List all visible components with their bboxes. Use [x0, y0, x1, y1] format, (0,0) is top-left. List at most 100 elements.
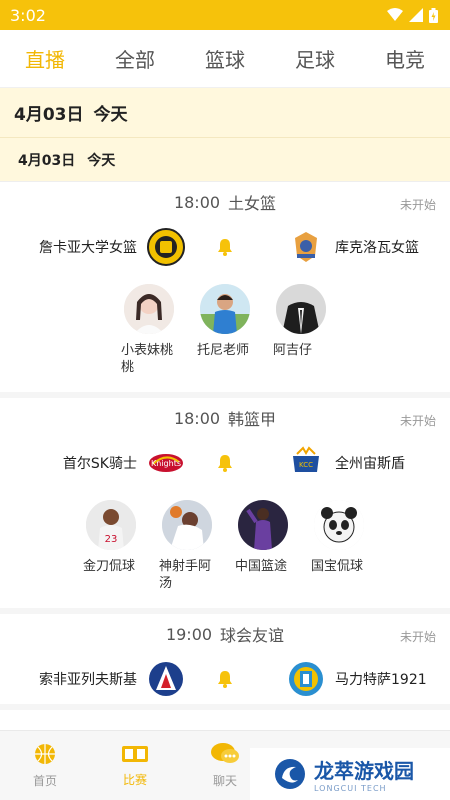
match-card[interactable]: 18:00 土女篮 未开始 詹卡亚大学女篮 库克洛瓦女篮 小表妹桃桃 托尼老师 … — [0, 182, 450, 398]
watermark-subtitle: LONGCUI TECH — [314, 784, 387, 793]
match-league: 球会友谊 — [220, 626, 285, 645]
match-time: 19:00 — [165, 624, 213, 644]
match-league: 韩篮甲 — [228, 410, 277, 429]
match-header: 19:00 球会友谊 未开始 — [0, 614, 450, 654]
signal-icon — [409, 8, 423, 22]
match-header: 18:00 韩篮甲 未开始 — [0, 398, 450, 438]
home-team-name: 首尔SK骑士 — [62, 456, 137, 472]
scoreboard-icon — [122, 746, 148, 762]
knights-logo: Knights — [147, 444, 185, 482]
match-card[interactable]: 18:00 韩篮甲 未开始 首尔SK骑士 Knights KCC 全州宙斯盾 2… — [0, 398, 450, 614]
date-subheader-day: 今天 — [87, 152, 116, 169]
battery-icon — [429, 7, 438, 23]
marsa-logo — [287, 660, 325, 698]
tab-basketball[interactable]: 篮球 — [199, 44, 251, 73]
anchor-item[interactable]: 中国篮途 — [235, 500, 291, 592]
teams-row: 索非亚列夫斯基 马力特萨1921 — [0, 654, 450, 704]
status-icons — [387, 7, 438, 23]
dragon-logo-icon — [275, 759, 305, 789]
status-time: 3:02 — [10, 5, 46, 25]
home-team[interactable]: 索非亚列夫斯基 — [0, 660, 185, 698]
avatar — [238, 500, 288, 550]
match-league: 土女篮 — [228, 194, 277, 213]
anchor-item[interactable]: 托尼老师 — [197, 284, 253, 376]
nav-matches[interactable]: 比赛 — [90, 731, 180, 800]
match-status: 未开始 — [399, 414, 436, 428]
anchor-item[interactable]: 阿吉仔 — [273, 284, 329, 376]
anchor-name: 中国篮途 — [235, 559, 288, 574]
reminder-bell[interactable] — [185, 670, 265, 688]
tab-football[interactable]: 足球 — [289, 44, 341, 73]
date-banner-day: 今天 — [93, 105, 128, 125]
bell-icon — [218, 671, 232, 688]
wifi-icon — [387, 8, 403, 21]
levski-logo — [147, 660, 185, 698]
match-time: 18:00 — [173, 192, 221, 212]
match-card[interactable]: 19:00 球会友谊 未开始 索非亚列夫斯基 马力特萨1921 — [0, 614, 450, 710]
home-team[interactable]: 首尔SK骑士 Knights — [0, 444, 185, 482]
yellow-badge-logo — [147, 228, 185, 266]
app-screen: 3:02 直播 全部 篮球 足球 电竞 4月03日 今天 4月03日 今天 18… — [0, 0, 450, 800]
status-bar: 3:02 — [0, 0, 450, 30]
watermark-text: 龙萃游戏园 LONGCUI TECH — [314, 755, 414, 793]
reminder-bell[interactable] — [185, 238, 265, 256]
tab-esports[interactable]: 电竞 — [379, 44, 431, 73]
chat-bubble-icon — [211, 743, 239, 763]
avatar — [200, 284, 250, 334]
anchor-item[interactable]: 小表妹桃桃 — [121, 284, 177, 376]
date-subheader-date: 4月03日 — [18, 152, 76, 169]
site-watermark: 龙萃游戏园 LONGCUI TECH — [250, 748, 450, 800]
date-banner: 4月03日 今天 — [0, 88, 450, 138]
avatar — [276, 284, 326, 334]
home-team-name: 詹卡亚大学女篮 — [39, 240, 137, 256]
date-banner-date: 4月03日 — [14, 105, 84, 125]
date-subheader: 4月03日 今天 — [0, 138, 450, 182]
away-team-name: 全州宙斯盾 — [335, 456, 405, 472]
svg-text:KCC: KCC — [299, 461, 313, 469]
svg-text:Knights: Knights — [151, 459, 181, 468]
away-team[interactable]: 库克洛瓦女篮 — [265, 228, 450, 266]
basketball-home-icon — [35, 744, 55, 764]
match-header: 18:00 土女篮 未开始 — [0, 182, 450, 222]
anchor-name: 托尼老师 — [197, 343, 250, 358]
anchor-name: 金刀侃球 — [83, 559, 136, 574]
svg-text:23: 23 — [105, 534, 118, 545]
bell-icon — [218, 455, 232, 472]
home-team-name: 索非亚列夫斯基 — [39, 672, 137, 688]
avatar — [124, 284, 174, 334]
match-status: 未开始 — [399, 198, 436, 212]
nav-matches-label: 比赛 — [122, 773, 147, 787]
avatar — [314, 500, 364, 550]
anchor-name: 阿吉仔 — [273, 343, 313, 358]
anchor-list: 小表妹桃桃 托尼老师 阿吉仔 — [0, 272, 450, 392]
away-team[interactable]: 马力特萨1921 — [265, 660, 450, 698]
home-team[interactable]: 詹卡亚大学女篮 — [0, 228, 185, 266]
away-team-name: 库克洛瓦女篮 — [335, 240, 419, 256]
anchor-item[interactable]: 国宝侃球 — [311, 500, 367, 592]
anchor-list: 23 金刀侃球 神射手阿汤 中国篮途 国宝侃球 — [0, 488, 450, 608]
orange-tiger-logo — [287, 228, 325, 266]
nav-chat-label: 聊天 — [212, 774, 237, 788]
match-status: 未开始 — [399, 630, 436, 644]
match-time: 18:00 — [173, 408, 221, 428]
teams-row: 首尔SK骑士 Knights KCC 全州宙斯盾 — [0, 438, 450, 488]
bell-icon — [218, 239, 232, 256]
tab-live[interactable]: 直播 — [19, 44, 71, 73]
teams-row: 詹卡亚大学女篮 库克洛瓦女篮 — [0, 222, 450, 272]
nav-home-label: 首页 — [32, 774, 57, 788]
category-tabs: 直播 全部 篮球 足球 电竞 — [0, 30, 450, 88]
anchor-item[interactable]: 23 金刀侃球 — [83, 500, 139, 592]
avatar: 23 — [86, 500, 136, 550]
anchor-name: 神射手阿汤 — [159, 559, 212, 591]
away-team[interactable]: KCC 全州宙斯盾 — [265, 444, 450, 482]
nav-home[interactable]: 首页 — [0, 731, 90, 800]
tab-all[interactable]: 全部 — [109, 44, 161, 73]
reminder-bell[interactable] — [185, 454, 265, 472]
anchor-item[interactable]: 神射手阿汤 — [159, 500, 215, 592]
away-team-name: 马力特萨1921 — [335, 672, 427, 688]
aegis-logo: KCC — [287, 444, 325, 482]
watermark-title: 龙萃游戏园 — [314, 759, 414, 783]
anchor-name: 小表妹桃桃 — [121, 343, 174, 375]
avatar — [162, 500, 212, 550]
anchor-name: 国宝侃球 — [311, 559, 364, 574]
